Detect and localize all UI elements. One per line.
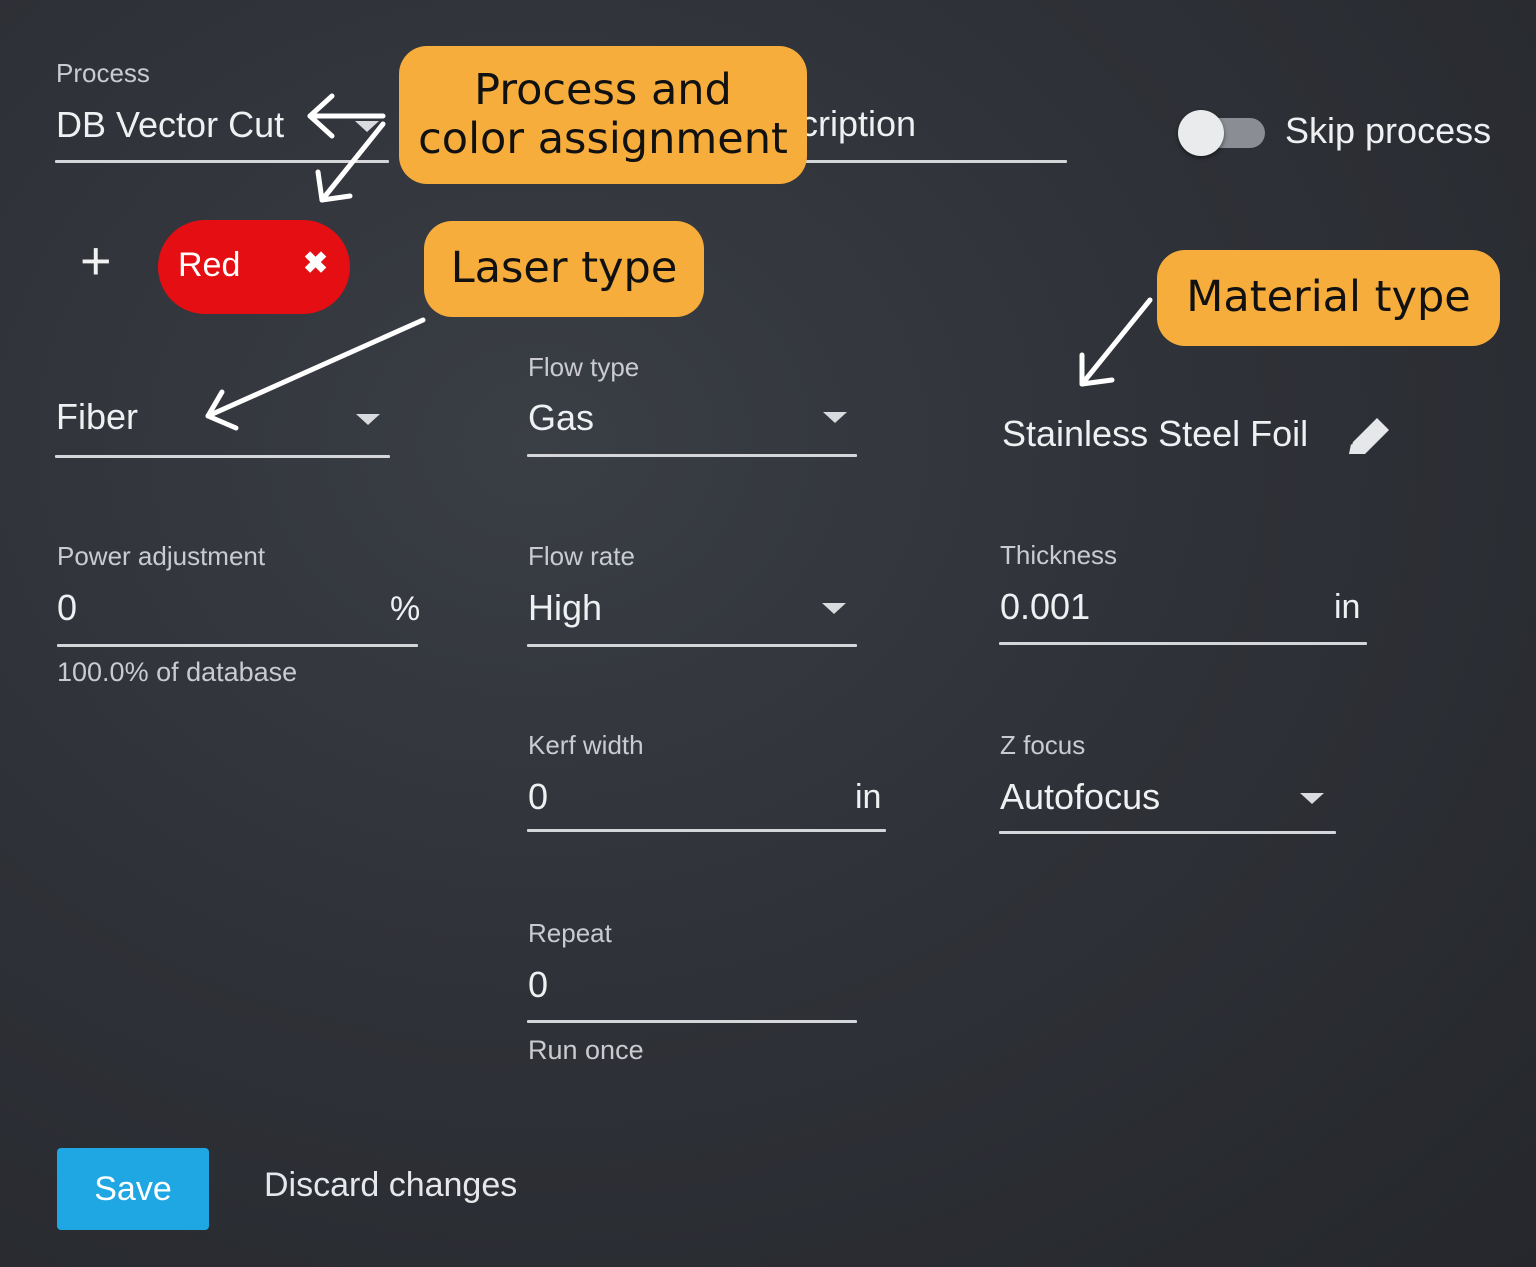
callout-laser-type: Laser type <box>424 221 704 317</box>
callout-process-color: Process and color assignment <box>399 46 807 184</box>
callout-process-line1: Process and <box>474 64 732 115</box>
callout-material-type: Material type <box>1157 250 1500 346</box>
annotation-arrows <box>205 93 1153 431</box>
callout-process-line2: color assignment <box>418 114 788 164</box>
